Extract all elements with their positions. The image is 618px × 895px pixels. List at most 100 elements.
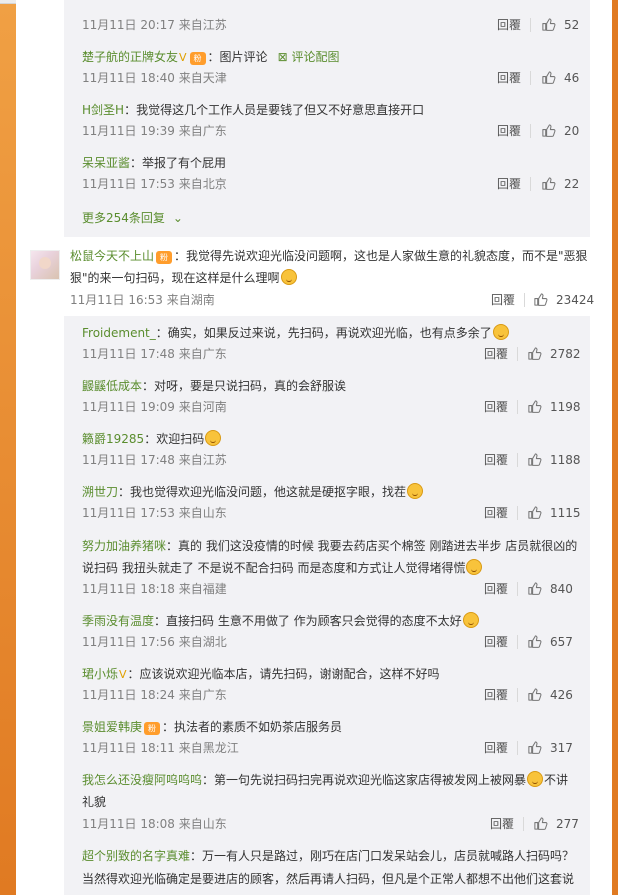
like-count: 840 [550, 582, 573, 596]
like-button[interactable]: 52 [541, 17, 579, 33]
like-button[interactable]: 1198 [527, 399, 581, 415]
fan-badge-icon: 粉 [189, 52, 206, 65]
chevron-down-icon: ⌄ [172, 211, 183, 225]
comment-text: 狠"的来一句扫码，现在这样是什么理啊 [70, 271, 280, 285]
username-link[interactable]: 季雨没有温度 [82, 614, 154, 628]
comment-meta: 11月11日 16:53 来自湖南 [70, 293, 215, 307]
reply-button[interactable]: 回覆 [484, 581, 508, 597]
comment-text: ：直接扫码 生意不用做了 作为顾客只会觉得的态度不太好 [154, 614, 462, 628]
comment-meta: 11月11日 18:11 来自黑龙江 [82, 741, 239, 755]
username-link[interactable]: 鼹鼷低成本 [82, 379, 142, 393]
username-link[interactable]: 楚子航的正牌女友 [82, 50, 178, 64]
username-link[interactable]: 景姐爱韩庚 [82, 720, 142, 734]
avatar[interactable] [30, 250, 60, 280]
divider [517, 635, 518, 649]
thumbs-up-icon [541, 176, 556, 191]
like-count: 23424 [556, 293, 595, 307]
comment-text-row: 超个别致的名字真难：万一有人只是路过，刚巧在店门口发呆站会儿，店员就喊路人扫码吗… [82, 845, 574, 867]
divider [517, 506, 518, 520]
image-comment-label: 评论配图 [291, 50, 340, 64]
like-button[interactable]: 1188 [527, 452, 581, 468]
like-button[interactable]: 1115 [527, 505, 581, 521]
reply-button[interactable]: 回覆 [497, 17, 521, 33]
image-icon: ⊠ [277, 50, 288, 64]
image-comment-link[interactable]: ⊠ 评论配图 [278, 50, 340, 64]
username-link[interactable]: 籁爵19285 [82, 432, 144, 446]
thumbs-up-icon [527, 581, 542, 596]
username-link[interactable]: 珺小烁 [82, 667, 118, 681]
page-background-left [0, 0, 16, 895]
comment-meta: 11月11日 18:18 来自福建 [82, 582, 227, 596]
reply-button[interactable]: 回覆 [484, 740, 508, 756]
comment-meta: 11月11日 20:17 来自江苏 [82, 18, 227, 32]
reply-button[interactable]: 回覆 [497, 70, 521, 86]
username-link[interactable]: 呆呆亚酱 [82, 156, 130, 170]
username-link[interactable]: H剑圣H [82, 103, 124, 117]
like-count: 657 [550, 635, 573, 649]
like-button[interactable]: 657 [527, 634, 573, 650]
comment-text: 不讲 [544, 773, 569, 787]
comment-meta: 11月11日 19:39 来自广东 [82, 124, 227, 138]
reply-button[interactable]: 回覆 [484, 687, 508, 703]
comment-text: ：我觉得先说欢迎光临没问题啊，这也是人家做生意的礼貌态度，而不是"恶狠 [174, 249, 588, 263]
divider [517, 347, 518, 361]
username-link[interactable]: 我怎么还没瘦阿呜呜呜 [82, 773, 202, 787]
divider [517, 688, 518, 702]
like-count: 2782 [550, 347, 581, 361]
divider [517, 741, 518, 755]
comment-meta: 11月11日 18:24 来自广东 [82, 688, 227, 702]
divider [530, 124, 531, 138]
thumbs-up-icon [533, 816, 548, 831]
username-link[interactable]: 松鼠今天不上山 [70, 249, 154, 263]
thumbs-up-icon [527, 687, 542, 702]
emoji-icon [492, 324, 509, 340]
comment-text-row: 鼹鼷低成本：对呀，要是只说扫码，真的会舒服诶 [82, 375, 346, 397]
reply-button[interactable]: 回覆 [490, 816, 514, 832]
reply-button[interactable]: 回覆 [497, 176, 521, 192]
like-button[interactable]: 2782 [527, 346, 581, 362]
username-link[interactable]: 溯世刀 [82, 485, 118, 499]
like-button[interactable]: 840 [527, 581, 573, 597]
username-link[interactable]: 超个别致的名字真难 [82, 849, 190, 863]
reply-button[interactable]: 回覆 [484, 634, 508, 650]
fan-badge-icon: 粉 [156, 251, 173, 264]
comment-meta: 11月11日 17:48 来自广东 [82, 347, 227, 361]
thumbs-up-icon [541, 70, 556, 85]
comment-text-row: Froidement_：确实，如果反过来说，先扫码，再说欢迎光临，也有点多余了 [82, 322, 510, 344]
divider [517, 400, 518, 414]
comment-text-row: 溯世刀：我也觉得欢迎光临没问题，他这就是硬抠字眼，找茬 [82, 481, 424, 503]
emoji-icon [462, 612, 479, 628]
reply-button[interactable]: 回覆 [491, 292, 515, 308]
vip-icon: V [179, 51, 187, 64]
reply-button[interactable]: 回覆 [497, 123, 521, 139]
like-button[interactable]: 20 [541, 123, 579, 139]
reply-button[interactable]: 回覆 [484, 505, 508, 521]
thumbs-up-icon [527, 740, 542, 755]
username-link[interactable]: 努力加油养猪咪 [82, 539, 166, 553]
like-count: 1115 [550, 506, 581, 520]
like-button[interactable]: 46 [541, 70, 579, 86]
reply-button[interactable]: 回覆 [484, 452, 508, 468]
like-button[interactable]: 317 [527, 740, 573, 756]
emoji-icon [466, 559, 483, 575]
comment-text: ：欢迎扫码 [144, 432, 205, 446]
comment-text-row: 呆呆亚酱：举报了有个屁用 [82, 152, 226, 174]
thumbs-up-icon [527, 505, 542, 520]
more-replies-link[interactable]: 更多254条回复 ⌄ [82, 209, 183, 227]
comment-text: 当然得欢迎光临确定是要进店的顾客，然后再请人扫码，但凡是个正常人都想不出他们这套… [82, 872, 575, 886]
fan-badge-icon: 粉 [144, 722, 161, 735]
thumbs-up-icon [527, 452, 542, 467]
like-count: 1198 [550, 400, 581, 414]
comment-text: 礼貌 [82, 795, 107, 809]
like-button[interactable]: 277 [533, 816, 579, 832]
reply-button[interactable]: 回覆 [484, 346, 508, 362]
like-count: 426 [550, 688, 573, 702]
reply-button[interactable]: 回覆 [484, 399, 508, 415]
like-button[interactable]: 426 [527, 687, 573, 703]
like-button[interactable]: 22 [541, 176, 579, 192]
username-link[interactable]: Froidement_ [82, 326, 156, 340]
like-button[interactable]: 23424 [533, 292, 594, 308]
divider [530, 71, 531, 85]
like-count: 1188 [550, 453, 581, 467]
thumbs-up-icon [533, 292, 548, 307]
